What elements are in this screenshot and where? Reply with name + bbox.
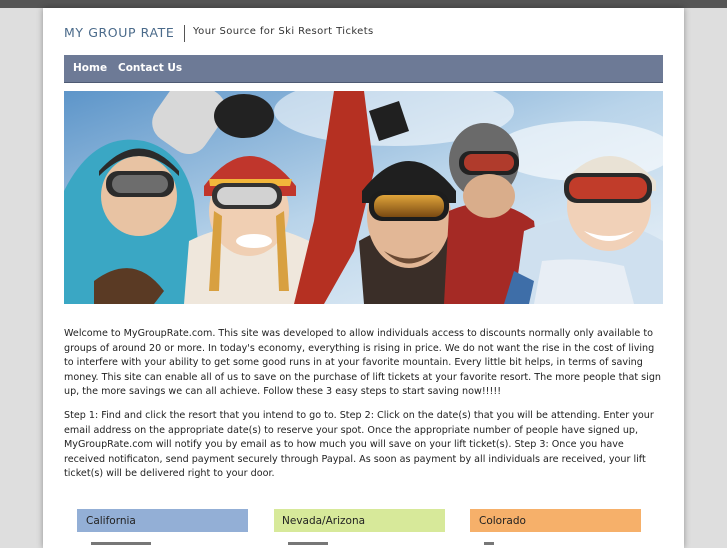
nav-home-link[interactable]: Home [73,62,107,74]
site-tagline: Your Source for Ski Resort Tickets [193,26,374,37]
page-container: MY GROUP RATE Your Source for Ski Resort… [43,8,684,548]
region-california-tab[interactable]: California [77,509,248,532]
steps-paragraph: Step 1: Find and click the resort that y… [64,410,654,479]
nav-contact-link[interactable]: Contact Us [118,62,182,74]
title-divider [184,25,185,42]
hero-banner-image [64,91,663,304]
region-colorado-tab[interactable]: Colorado [470,509,641,532]
region-nevada-arizona-tab[interactable]: Nevada/Arizona [274,509,445,532]
main-nav: Home Contact Us [64,55,663,83]
top-bar [0,0,727,8]
intro-paragraph: Welcome to MyGroupRate.com. This site wa… [64,328,661,397]
site-title[interactable]: MY GROUP RATE [64,25,174,40]
